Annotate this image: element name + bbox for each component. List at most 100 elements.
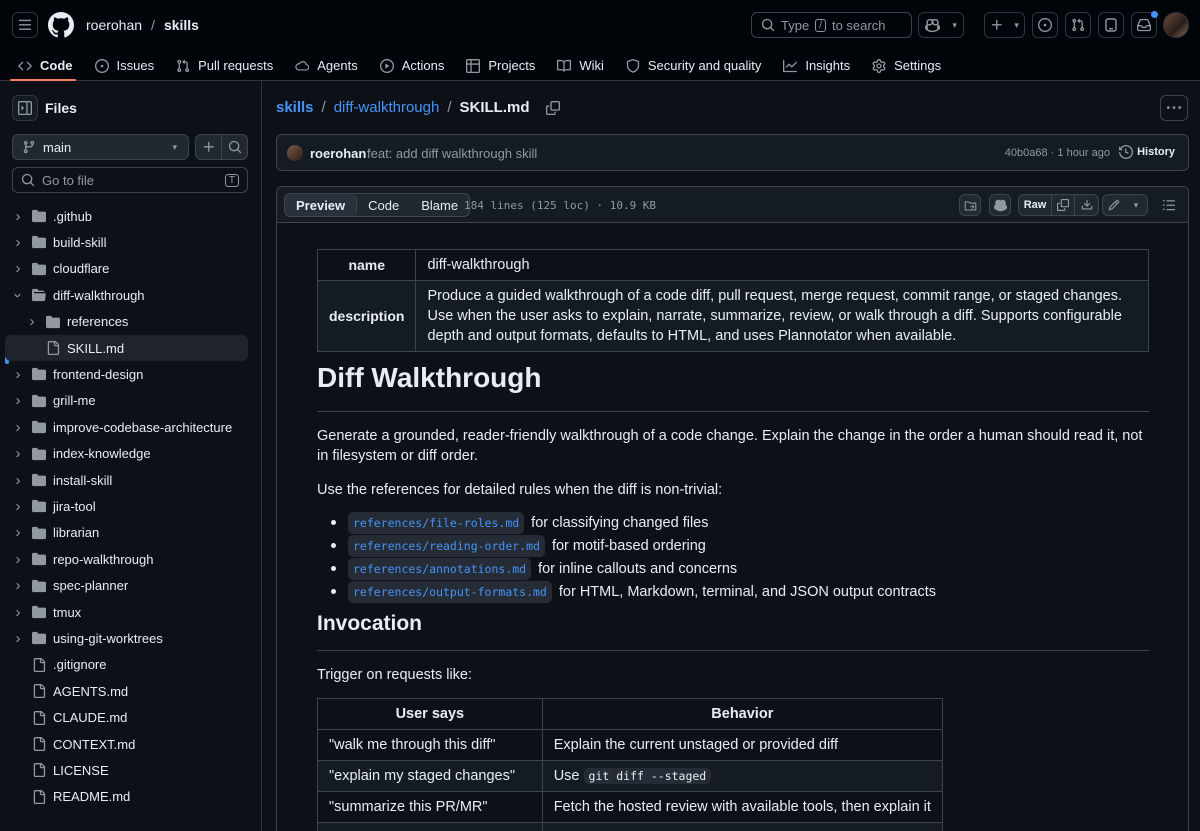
tree-file-item[interactable]: CONTEXT.md xyxy=(5,731,248,757)
more-options-button[interactable] xyxy=(1160,95,1188,121)
outline-button[interactable] xyxy=(1158,194,1180,216)
tab-label: Settings xyxy=(894,58,942,73)
tree-folder-item[interactable]: › using-git-worktrees xyxy=(5,625,248,651)
chevron-right-icon[interactable]: › xyxy=(12,604,24,621)
github-logo-icon[interactable] xyxy=(48,12,74,38)
copilot-tasks-button[interactable] xyxy=(1098,12,1124,38)
edit-options-button[interactable]: ▾ xyxy=(1125,195,1147,215)
tab-agents[interactable]: Agents xyxy=(284,50,368,81)
edit-file-button[interactable] xyxy=(1103,195,1125,215)
tab-security[interactable]: Security and quality xyxy=(615,50,772,81)
tree-folder-item[interactable]: › grill-me xyxy=(5,388,248,414)
tab-insights[interactable]: Insights xyxy=(772,50,861,81)
tab-wiki[interactable]: Wiki xyxy=(546,50,615,81)
tree-folder-item[interactable]: › references xyxy=(5,309,248,335)
issue-icon xyxy=(94,58,109,73)
tab-pull-requests[interactable]: Pull requests xyxy=(165,50,284,81)
tree-folder-item[interactable]: › index-knowledge xyxy=(5,441,248,467)
tree-file-item[interactable]: SKILL.md xyxy=(5,335,248,361)
chevron-right-icon[interactable]: › xyxy=(12,445,24,462)
commit-meta[interactable]: 40b0a68 · 1 hour ago xyxy=(1005,147,1110,159)
chevron-right-icon[interactable]: › xyxy=(12,472,24,489)
collapse-sidebar-button[interactable] xyxy=(12,95,38,121)
chevron-right-icon[interactable]: › xyxy=(12,392,24,409)
chevron-right-icon[interactable]: › xyxy=(12,551,24,568)
create-new-button[interactable]: ▾ xyxy=(984,12,1025,38)
chevron-right-icon[interactable]: › xyxy=(12,524,24,541)
tree-folder-item[interactable]: › diff-walkthrough xyxy=(5,282,248,308)
move-file-button[interactable] xyxy=(959,194,981,216)
chevron-right-icon[interactable]: › xyxy=(12,419,24,436)
tree-file-item[interactable]: README.md xyxy=(5,784,248,810)
reference-link[interactable]: references/output-formats.md xyxy=(348,580,552,603)
copilot-ask-button[interactable] xyxy=(989,194,1011,216)
chevron-right-icon[interactable]: › xyxy=(26,313,38,330)
download-icon xyxy=(1081,199,1092,210)
tab-issues[interactable]: Issues xyxy=(84,50,166,81)
tab-projects[interactable]: Projects xyxy=(455,50,546,81)
tree-file-item[interactable]: .gitignore xyxy=(5,652,248,678)
tree-folder-item[interactable]: › cloudflare xyxy=(5,256,248,282)
tree-folder-item[interactable]: › spec-planner xyxy=(5,573,248,599)
reference-desc: for inline callouts and concerns xyxy=(538,560,738,577)
branch-selector[interactable]: main ▾ xyxy=(12,134,189,160)
add-file-button[interactable] xyxy=(196,135,222,159)
tree-folder-item[interactable]: › .github xyxy=(5,203,248,229)
code-tab[interactable]: Code xyxy=(357,194,410,216)
tree-item-label: librarian xyxy=(53,525,100,541)
reference-link[interactable]: references/reading-order.md xyxy=(348,534,545,557)
raw-button[interactable]: Raw xyxy=(1019,195,1052,215)
chevron-down-icon[interactable]: › xyxy=(10,289,27,301)
tree-folder-item[interactable]: › build-skill xyxy=(5,229,248,255)
search-files-button[interactable] xyxy=(222,135,247,159)
your-pull-requests-button[interactable] xyxy=(1065,12,1091,38)
reference-link[interactable]: references/annotations.md xyxy=(348,557,532,580)
your-issues-button[interactable] xyxy=(1032,12,1058,38)
commit-message[interactable]: feat: add diff walkthrough skill xyxy=(367,146,537,161)
search-input[interactable]: Type / to search xyxy=(751,12,912,38)
user-avatar[interactable] xyxy=(1163,12,1189,38)
download-button[interactable] xyxy=(1075,195,1098,215)
tab-settings[interactable]: Settings xyxy=(861,50,952,81)
chevron-right-icon[interactable]: › xyxy=(12,234,24,251)
tree-folder-item[interactable]: › tmux xyxy=(5,599,248,625)
folder-icon xyxy=(32,394,46,408)
file-icon xyxy=(32,657,46,672)
tree-file-item[interactable]: AGENTS.md xyxy=(5,678,248,704)
chevron-right-icon[interactable]: › xyxy=(12,577,24,594)
owner-link[interactable]: roerohan xyxy=(86,17,142,33)
chevron-right-icon[interactable]: › xyxy=(12,498,24,515)
repo-link[interactable]: skills xyxy=(164,17,199,33)
tree-folder-item[interactable]: › frontend-design xyxy=(5,361,248,387)
tree-folder-item[interactable]: › install-skill xyxy=(5,467,248,493)
tree-file-item[interactable]: CLAUDE.md xyxy=(5,705,248,731)
copy-path-button[interactable] xyxy=(545,100,560,115)
chevron-right-icon[interactable]: › xyxy=(12,630,24,647)
breadcrumb-dir-link[interactable]: diff-walkthrough xyxy=(334,99,440,116)
chevron-right-icon[interactable]: › xyxy=(12,260,24,277)
tree-folder-item[interactable]: › jira-tool xyxy=(5,493,248,519)
copy-raw-button[interactable] xyxy=(1052,195,1075,215)
tree-folder-item[interactable]: › librarian xyxy=(5,520,248,546)
commit-author[interactable]: roerohan xyxy=(310,146,366,161)
tree-file-item[interactable]: LICENSE xyxy=(5,757,248,783)
copilot-button[interactable]: ▾ xyxy=(918,12,964,38)
chevron-right-icon[interactable]: › xyxy=(12,366,24,383)
history-button[interactable]: History xyxy=(1119,145,1175,159)
behavior-text: Use xyxy=(553,768,580,784)
tree-folder-item[interactable]: › improve-codebase-architecture xyxy=(5,414,248,440)
breadcrumb-root-link[interactable]: skills xyxy=(276,99,314,116)
menu-button[interactable] xyxy=(12,12,38,38)
tab-actions[interactable]: Actions xyxy=(369,50,456,81)
go-to-file-input[interactable]: Go to file T xyxy=(12,167,248,193)
tab-code[interactable]: Code xyxy=(0,50,84,81)
chevron-right-icon[interactable]: › xyxy=(12,208,24,225)
branch-icon xyxy=(23,140,35,154)
blame-tab[interactable]: Blame xyxy=(410,194,469,216)
commit-author-avatar[interactable] xyxy=(287,145,303,161)
folder-icon xyxy=(32,552,46,566)
reference-link[interactable]: references/file-roles.md xyxy=(348,511,525,534)
tree-folder-item[interactable]: › repo-walkthrough xyxy=(5,546,248,572)
preview-tab[interactable]: Preview xyxy=(285,194,358,216)
issue-icon xyxy=(1038,18,1052,32)
